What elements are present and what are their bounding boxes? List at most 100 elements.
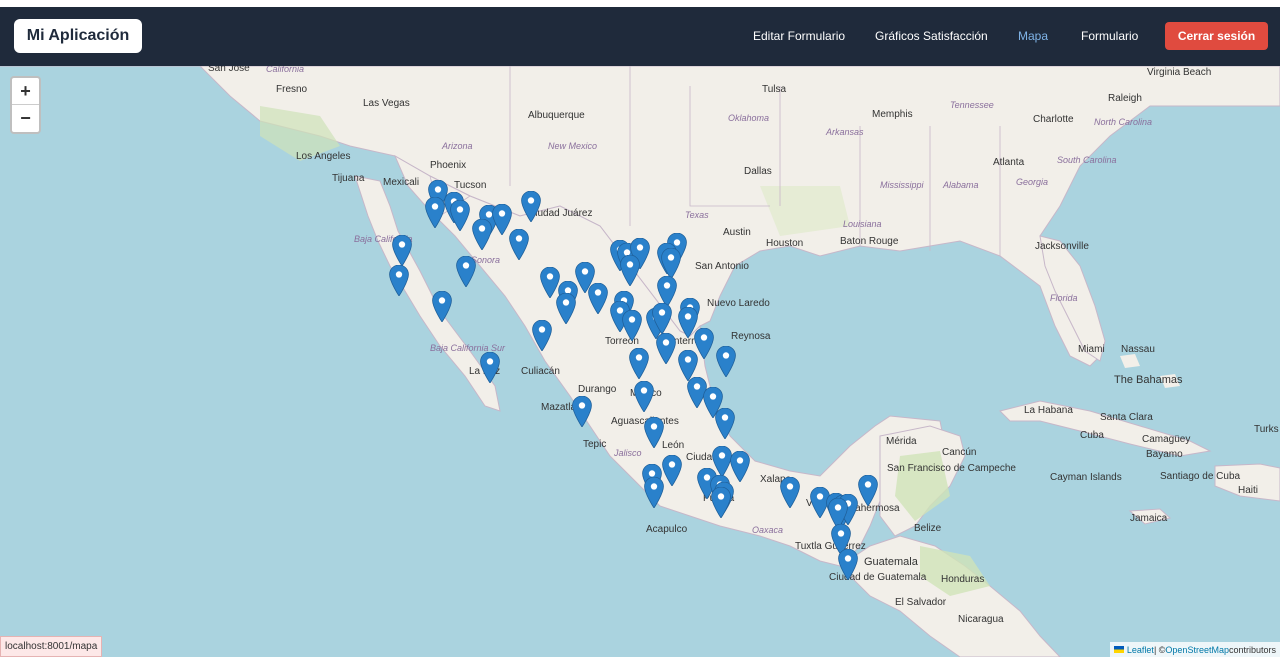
map-marker-icon[interactable]: [644, 417, 664, 448]
map-marker-icon[interactable]: [556, 293, 576, 324]
map-marker-icon[interactable]: [634, 381, 654, 412]
top-strip: [0, 0, 1280, 7]
map-marker-icon[interactable]: [588, 283, 608, 314]
map-label: Guatemala: [864, 556, 918, 568]
map-label: Tulsa: [762, 84, 787, 95]
map-marker-icon[interactable]: [425, 197, 445, 228]
map-label: Los Angeles: [296, 151, 351, 162]
map-marker-icon[interactable]: [652, 303, 672, 334]
map-label: Georgia: [1016, 177, 1049, 187]
map-marker-icon[interactable]: [661, 248, 681, 279]
map-marker-icon[interactable]: [389, 265, 409, 296]
map-marker-icon[interactable]: [456, 256, 476, 287]
map-marker-icon[interactable]: [629, 348, 649, 379]
map-marker-icon[interactable]: [432, 291, 452, 322]
status-url: localhost:8001/mapa: [0, 636, 103, 657]
map-label: Cayman Islands: [1050, 472, 1122, 483]
map-label: Jamaica: [1130, 513, 1168, 524]
map-label: Fresno: [276, 84, 308, 95]
map-label: New Mexico: [548, 141, 598, 151]
map-label: Nuevo Laredo: [707, 298, 770, 309]
map-label: Honduras: [941, 574, 985, 585]
map-attribution: Leaflet | © OpenStreetMap contributors: [1109, 642, 1280, 657]
map-label: Reynosa: [731, 331, 771, 342]
map-label: California: [266, 66, 305, 74]
map-label: Tepic: [583, 439, 607, 450]
ukraine-flag-icon: [1113, 646, 1124, 653]
zoom-control: + −: [10, 76, 41, 134]
map-marker-icon[interactable]: [730, 451, 750, 482]
map-marker-icon[interactable]: [480, 352, 500, 383]
map-label: Las Vegas: [363, 98, 410, 109]
map-label: Santa Clara: [1100, 412, 1153, 423]
map-label: San Francisco de Campeche: [887, 463, 1016, 474]
map-label: Santiago de Cuba: [1160, 471, 1241, 482]
map-marker-icon[interactable]: [838, 549, 858, 580]
map-marker-icon[interactable]: [644, 477, 664, 508]
map-label: Mérida: [886, 436, 917, 447]
map-label: Virginia Beach: [1147, 67, 1212, 78]
map-label: Texas: [685, 210, 709, 220]
map-marker-icon[interactable]: [450, 200, 470, 231]
logout-button[interactable]: Cerrar sesión: [1165, 22, 1268, 50]
map-label: Bayamo: [1146, 449, 1183, 460]
map-marker-icon[interactable]: [472, 219, 492, 250]
brand-logo[interactable]: Mi Aplicación: [14, 19, 142, 53]
map-label: Camagüey: [1142, 434, 1191, 445]
attribution-suffix: contributors: [1228, 644, 1276, 655]
map-label: Louisiana: [843, 219, 882, 229]
map-marker-icon[interactable]: [572, 396, 592, 427]
map-label: Nassau: [1121, 344, 1155, 355]
map-label: Turks and Caicos Islands: [1254, 424, 1280, 435]
map-label: Oaxaca: [752, 525, 784, 535]
map-marker-icon[interactable]: [622, 310, 642, 341]
nav-formulario[interactable]: Formulario: [1081, 29, 1138, 43]
map-marker-icon[interactable]: [620, 255, 640, 286]
map-label: Nicaragua: [958, 614, 1004, 625]
map-label: Culiacán: [521, 366, 560, 377]
map-label: Albuquerque: [528, 110, 585, 121]
map-label: Raleigh: [1108, 93, 1142, 104]
zoom-in-button[interactable]: +: [12, 78, 39, 105]
leaflet-link[interactable]: Leaflet: [1127, 645, 1154, 655]
map-label: Mexicali: [383, 177, 420, 188]
map-marker-icon[interactable]: [780, 477, 800, 508]
map-label: León: [662, 440, 685, 451]
map-label: Memphis: [872, 109, 913, 120]
map-marker-icon[interactable]: [711, 487, 731, 518]
map-label: Houston: [766, 238, 804, 249]
map-label: Atlanta: [993, 157, 1025, 168]
map-label: Arizona: [442, 141, 473, 151]
map-label: Mississippi: [880, 180, 924, 190]
map-label: Tennessee: [950, 100, 994, 110]
map-label: Acapulco: [646, 524, 688, 535]
map-label: San Jose: [208, 66, 250, 74]
map-marker-icon[interactable]: [858, 475, 878, 506]
map-label: Jalisco: [614, 448, 642, 458]
attribution-sep: | ©: [1153, 644, 1166, 655]
map-label: San Antonio: [695, 261, 749, 272]
map-label: Cuba: [1080, 430, 1104, 441]
map-marker-icon[interactable]: [656, 333, 676, 364]
map-label: Arkansas: [826, 127, 864, 137]
osm-link[interactable]: OpenStreetMap: [1165, 645, 1229, 655]
nav-editar-formulario[interactable]: Editar Formulario: [753, 29, 845, 43]
nav-mapa[interactable]: Mapa: [1018, 29, 1048, 43]
map[interactable]: San Jose California Fresno Las Vegas Los Ang…: [0, 66, 1280, 657]
map-marker-icon[interactable]: [532, 320, 552, 351]
map-label: Oklahoma: [728, 113, 770, 123]
map-marker-icon[interactable]: [662, 455, 682, 486]
map-label: North Carolina: [1094, 117, 1153, 127]
map-marker-icon[interactable]: [509, 229, 529, 260]
nav-graficos-satisfaccion[interactable]: Gráficos Satisfacción: [875, 29, 988, 43]
map-marker-icon[interactable]: [392, 235, 412, 266]
map-label: Haiti: [1238, 485, 1259, 496]
navbar: Mi Aplicación Editar Formulario Gráficos…: [0, 7, 1280, 66]
zoom-out-button[interactable]: −: [12, 105, 39, 131]
map-label: Belize: [914, 523, 942, 534]
map-label: Dallas: [744, 166, 772, 177]
map-marker-icon[interactable]: [716, 346, 736, 377]
map-marker-icon[interactable]: [521, 191, 541, 222]
map-marker-icon[interactable]: [715, 408, 735, 439]
map-label: Miami: [1078, 344, 1105, 355]
